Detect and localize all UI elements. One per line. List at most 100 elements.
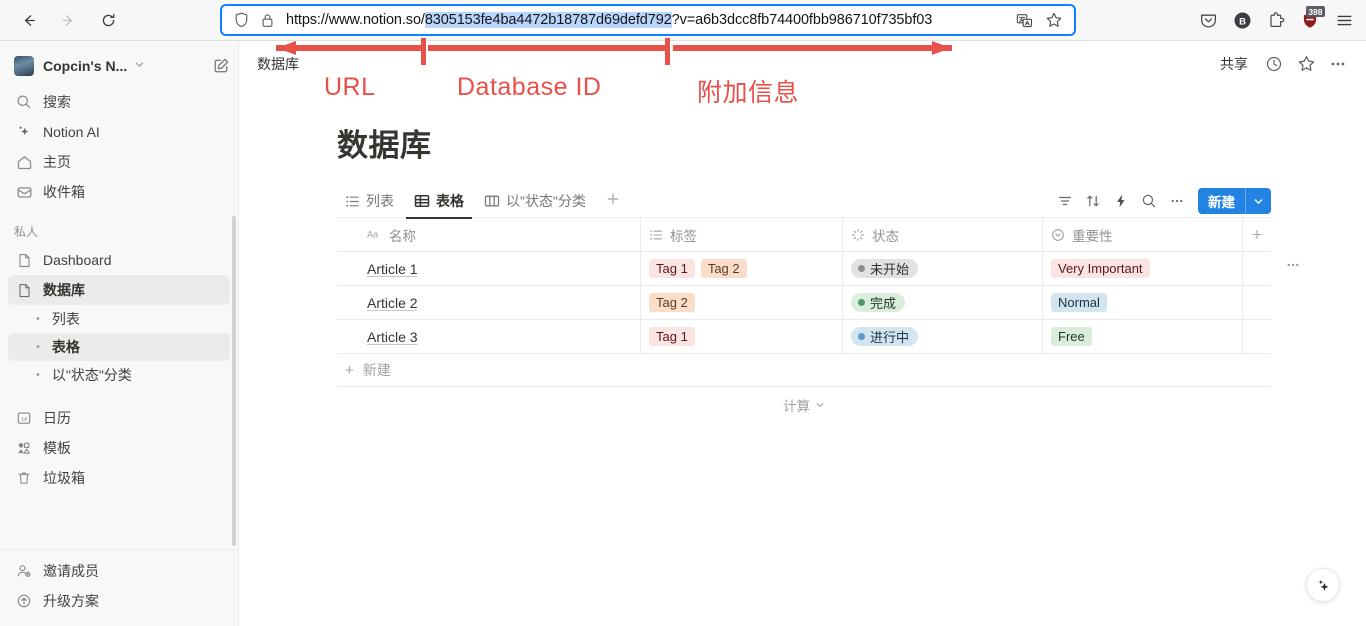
row-title-link[interactable]: Article 3 xyxy=(367,329,418,345)
sidebar-item-templates[interactable]: 模板 xyxy=(8,433,230,463)
workspace-avatar xyxy=(14,56,34,76)
cell-importance[interactable]: Normal xyxy=(1043,286,1243,319)
sidebar-item-notion-ai[interactable]: Notion AI xyxy=(8,117,230,147)
url-prefix: https://www.notion.so/ xyxy=(286,12,425,28)
filter-icon[interactable] xyxy=(1052,188,1078,214)
status-dot-icon xyxy=(858,299,865,306)
history-clock-icon[interactable] xyxy=(1260,50,1288,78)
cell-name[interactable]: Article 1 xyxy=(337,252,641,285)
trash-icon xyxy=(14,470,34,486)
column-header-name[interactable]: Aa 名称 xyxy=(337,218,641,251)
cell-importance[interactable]: Very Important xyxy=(1043,252,1243,285)
cell-status[interactable]: 未开始 xyxy=(843,252,1043,285)
sidebar-item-database[interactable]: 数据库 xyxy=(8,275,230,305)
app-menu-hamburger-icon[interactable] xyxy=(1328,4,1360,36)
automation-lightning-icon[interactable] xyxy=(1108,188,1134,214)
sidebar-item-label: 收件箱 xyxy=(43,184,85,200)
table-row[interactable]: Article 1 Tag 1 Tag 2 未开始 Very Important xyxy=(337,252,1271,286)
chevron-down-icon[interactable] xyxy=(1246,196,1271,207)
sidebar-item-inbox[interactable]: 收件箱 xyxy=(8,177,230,207)
sidebar-item-trash[interactable]: 垃圾箱 xyxy=(8,463,230,493)
browser-chrome: https://www.notion.so/8305153fe4ba4472b1… xyxy=(0,0,1366,41)
table-row[interactable]: Article 3 Tag 1 进行中 Free xyxy=(337,320,1271,354)
column-header-tags[interactable]: 标签 xyxy=(641,218,843,251)
tab-table-view[interactable]: 表格 xyxy=(406,185,472,219)
bitwarden-icon[interactable]: B xyxy=(1226,4,1258,36)
column-header-status[interactable]: 状态 xyxy=(843,218,1043,251)
row-options-icon[interactable] xyxy=(1285,257,1301,278)
compose-edit-icon[interactable] xyxy=(212,57,230,75)
cell-importance[interactable]: Free xyxy=(1043,320,1243,353)
cell-tags[interactable]: Tag 1 xyxy=(641,320,843,353)
cell-tags[interactable]: Tag 1 Tag 2 xyxy=(641,252,843,285)
importance-chip: Free xyxy=(1051,327,1092,346)
cell-name[interactable]: Article 3 xyxy=(337,320,641,353)
arrow-right-icon xyxy=(61,14,72,26)
tab-label: 表格 xyxy=(436,193,464,209)
padlock-icon[interactable] xyxy=(254,7,280,33)
cell-name[interactable]: Article 2 xyxy=(337,286,641,319)
sidebar-item-calendar[interactable]: 14 日历 xyxy=(8,403,230,433)
row-title-link[interactable]: Article 2 xyxy=(367,295,418,311)
table-row[interactable]: Article 2 Tag 2 完成 Normal xyxy=(337,286,1271,320)
extensions-puzzle-icon[interactable] xyxy=(1260,4,1292,36)
list-view-icon xyxy=(345,194,360,209)
add-view-button[interactable] xyxy=(598,191,628,211)
sidebar-item-label: 邀请成员 xyxy=(43,563,99,579)
star-bookmark-icon[interactable] xyxy=(1040,6,1068,34)
sidebar-subitem-list-view[interactable]: • 列表 xyxy=(8,305,230,333)
sidebar-item-dashboard[interactable]: Dashboard xyxy=(8,245,230,275)
notion-ai-fab[interactable] xyxy=(1306,568,1340,602)
cell-status[interactable]: 完成 xyxy=(843,286,1043,319)
star-favorite-icon[interactable] xyxy=(1292,50,1320,78)
pocket-save-icon[interactable] xyxy=(1192,4,1224,36)
reload-button[interactable] xyxy=(92,4,124,36)
sidebar: Copcin's N... 搜索 Notion AI 主页 收件箱 私人 Das… xyxy=(0,41,239,626)
back-button[interactable] xyxy=(12,4,44,36)
status-label: 完成 xyxy=(870,296,897,311)
sidebar-subitem-board-view[interactable]: • 以"状态"分类 xyxy=(8,361,230,389)
page-document-icon xyxy=(14,253,34,268)
sidebar-item-label: 数据库 xyxy=(43,282,85,298)
sidebar-item-search[interactable]: 搜索 xyxy=(8,87,230,117)
new-record-button[interactable]: 新建 xyxy=(1198,188,1271,214)
bullet-dot-icon: • xyxy=(36,313,40,325)
sidebar-item-upgrade-plan[interactable]: 升级方案 xyxy=(8,586,230,616)
more-options-icon[interactable] xyxy=(1324,50,1352,78)
tab-board-view[interactable]: 以"状态"分类 xyxy=(476,185,594,218)
svg-text:Aa: Aa xyxy=(367,229,379,239)
sidebar-item-label: Notion AI xyxy=(43,124,100,140)
translate-icon[interactable] xyxy=(1010,6,1038,34)
column-header-importance[interactable]: 重要性 xyxy=(1043,218,1243,251)
adblock-shield-icon[interactable]: 398 xyxy=(1294,4,1326,36)
sidebar-item-label: 搜索 xyxy=(43,94,71,110)
calculate-row[interactable]: 计算 xyxy=(337,387,1271,423)
row-title-link[interactable]: Article 1 xyxy=(367,261,418,277)
tag-chip: Tag 1 xyxy=(649,327,695,346)
column-header-label: 重要性 xyxy=(1072,228,1113,244)
sidebar-item-label: 模板 xyxy=(43,440,71,456)
cell-status[interactable]: 进行中 xyxy=(843,320,1043,353)
row-spacer xyxy=(1243,286,1271,319)
sidebar-subitem-table-view[interactable]: • 表格 xyxy=(8,333,230,361)
tab-list-view[interactable]: 列表 xyxy=(337,185,402,218)
sidebar-item-invite-member[interactable]: 邀请成员 xyxy=(8,556,230,586)
add-column-button[interactable] xyxy=(1243,218,1271,251)
reload-icon xyxy=(102,13,114,26)
tracking-protection-shield-icon[interactable] xyxy=(228,7,254,33)
workspace-switcher[interactable]: Copcin's N... xyxy=(0,45,238,87)
url-text[interactable]: https://www.notion.so/8305153fe4ba4472b1… xyxy=(280,12,1010,28)
new-row-button[interactable]: + 新建 xyxy=(337,354,1271,387)
breadcrumb[interactable]: 数据库 xyxy=(257,54,299,74)
more-options-icon[interactable] xyxy=(1164,188,1190,214)
sort-icon[interactable] xyxy=(1080,188,1106,214)
status-chip: 完成 xyxy=(851,293,906,312)
forward-button[interactable] xyxy=(52,4,84,36)
sidebar-scrollbar[interactable] xyxy=(232,216,236,546)
sidebar-item-home[interactable]: 主页 xyxy=(8,147,230,177)
sidebar-subitem-label: 以"状态"分类 xyxy=(51,367,132,383)
share-button[interactable]: 共享 xyxy=(1212,50,1256,78)
cell-tags[interactable]: Tag 2 xyxy=(641,286,843,319)
address-bar[interactable]: https://www.notion.so/8305153fe4ba4472b1… xyxy=(220,4,1076,36)
search-icon[interactable] xyxy=(1136,188,1162,214)
